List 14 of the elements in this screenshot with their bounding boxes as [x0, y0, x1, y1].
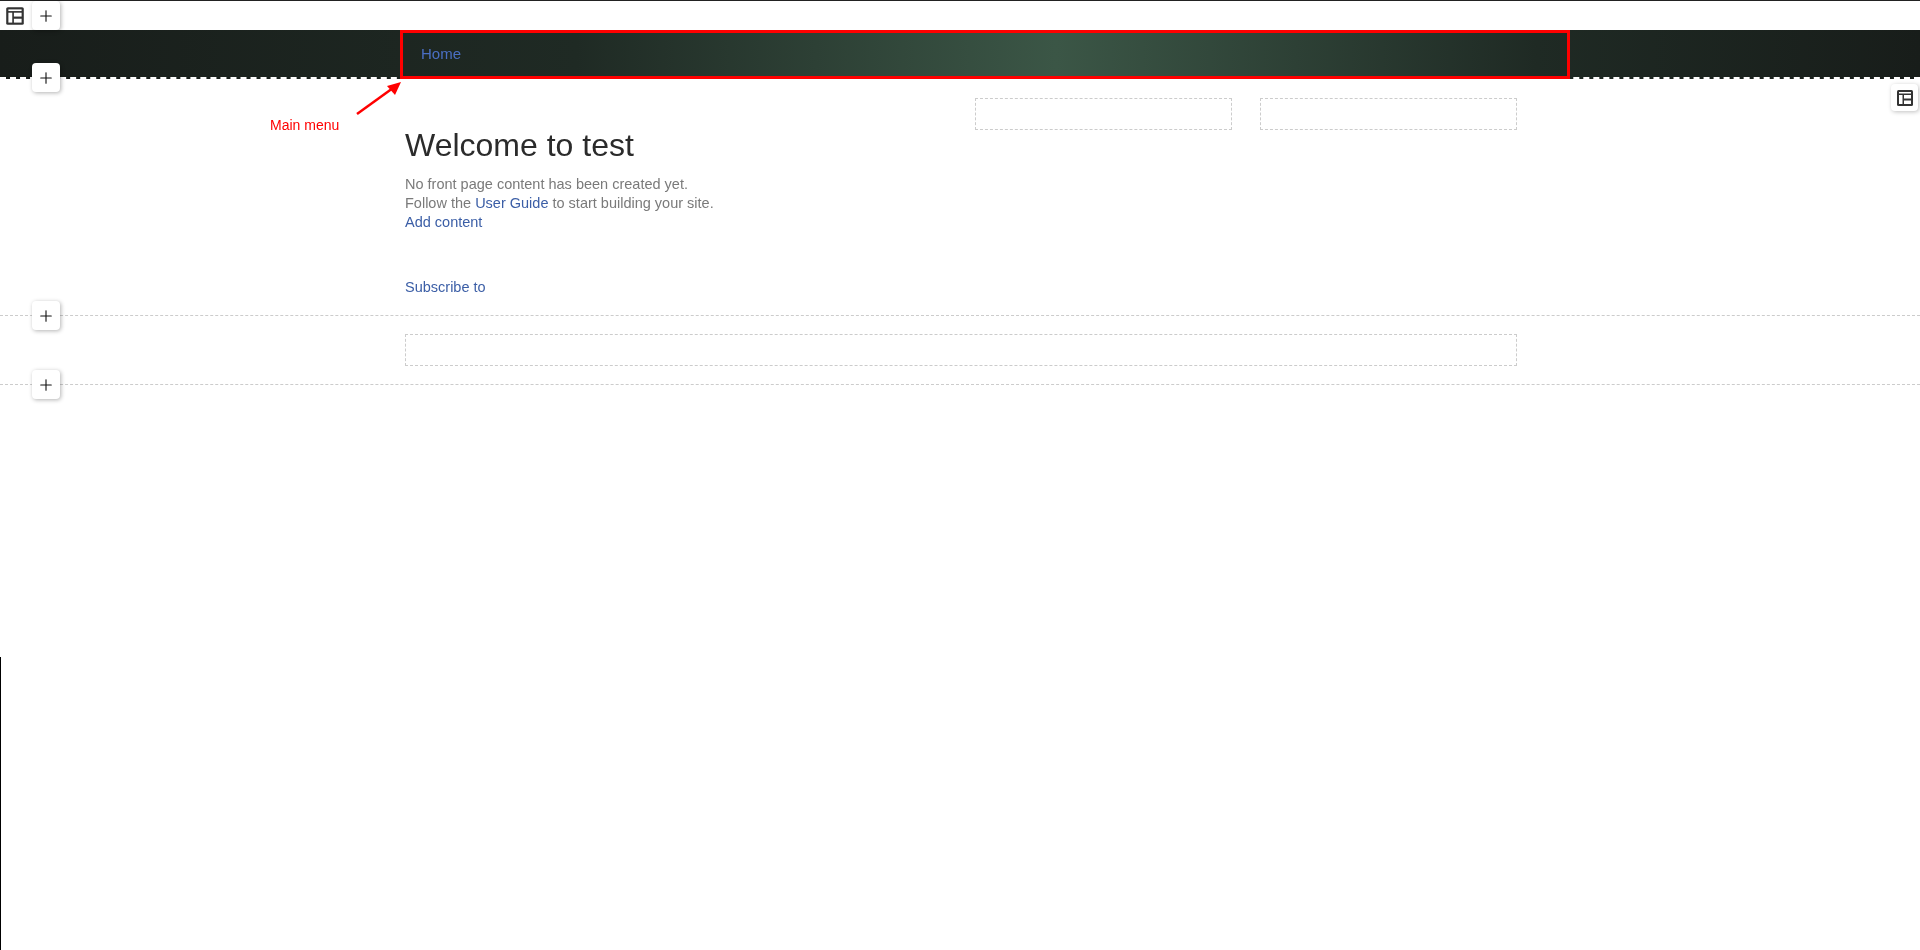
info-text: Follow the User Guide to start building your site. — [405, 194, 715, 213]
add-section-button[interactable] — [32, 63, 60, 92]
annotation-label: Main menu — [270, 116, 340, 135]
add-section-button[interactable] — [32, 301, 60, 330]
layout-icon[interactable] — [4, 4, 26, 27]
guide-link[interactable]: User Guide — [475, 195, 549, 211]
add-content-link[interactable]: Add content — [405, 214, 483, 230]
annotation-arrow — [355, 80, 403, 116]
subscribe-link[interactable]: Subscribe to — [405, 279, 486, 295]
info-text: No front page content has been created yet. — [405, 175, 689, 194]
page-title: Welcome to test — [405, 126, 635, 165]
layout-icon[interactable] — [1894, 87, 1915, 108]
add-section-button[interactable] — [32, 1, 60, 30]
add-section-button[interactable] — [32, 370, 60, 399]
